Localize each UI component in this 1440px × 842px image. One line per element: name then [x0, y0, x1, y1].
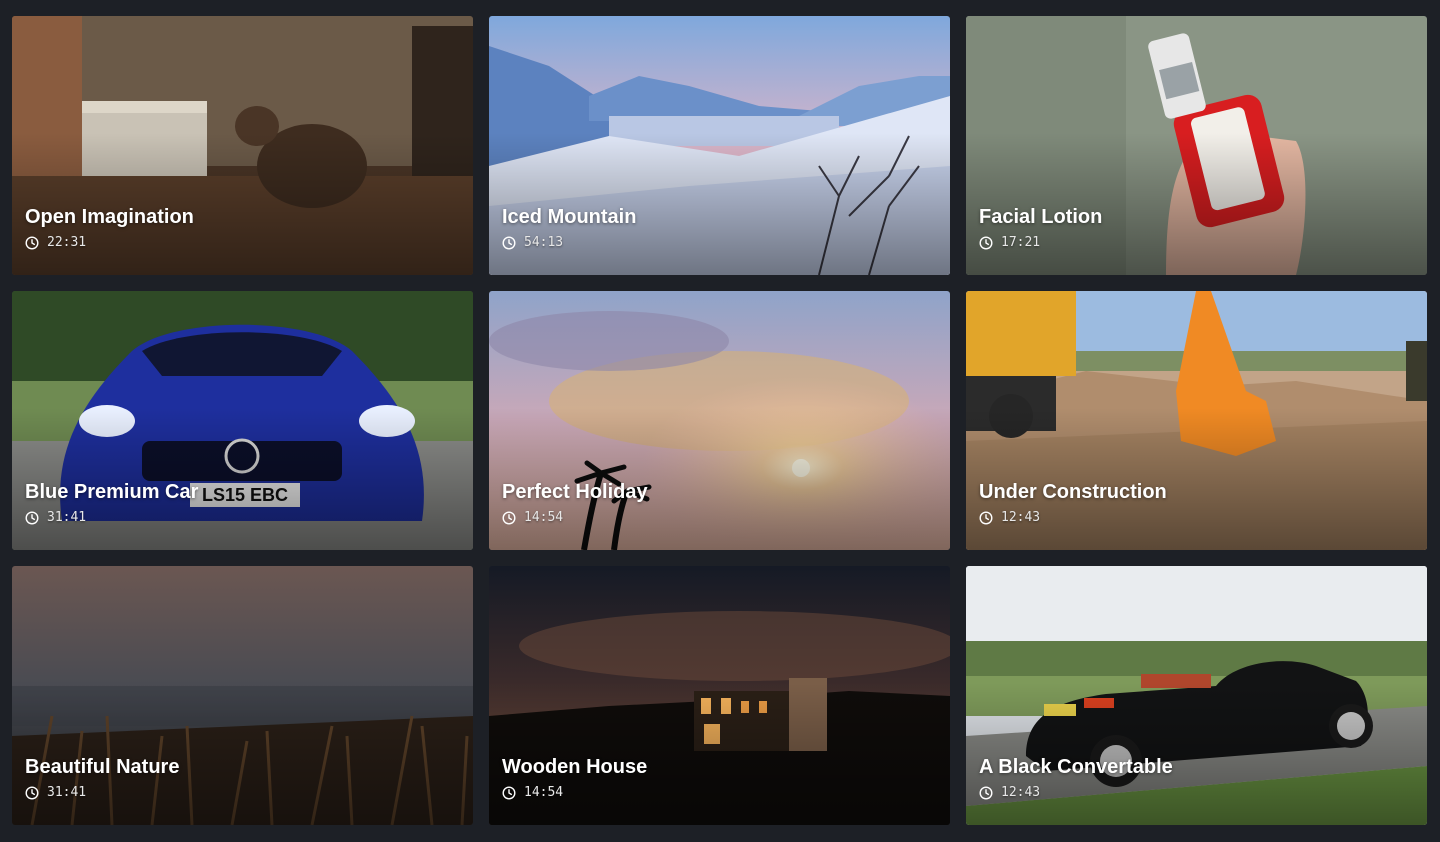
thumbnail-shade [966, 132, 1427, 275]
video-duration-row: 17:21 [979, 235, 1040, 250]
video-card-open-imagination[interactable]: Open Imagination 22:31 [12, 16, 473, 275]
video-duration: 14:54 [524, 785, 564, 800]
video-duration-row: 54:13 [502, 235, 563, 250]
video-duration-row: 12:43 [979, 510, 1040, 525]
video-card-wooden-house[interactable]: Wooden House 14:54 [489, 566, 950, 825]
video-duration: 31:41 [47, 510, 87, 525]
video-duration-row: 14:54 [502, 510, 563, 525]
video-duration: 12:43 [1001, 510, 1041, 525]
video-title: Beautiful Nature [25, 756, 180, 778]
video-duration: 14:54 [524, 510, 564, 525]
video-card-black-convertable[interactable]: A Black Convertable 12:43 [966, 566, 1427, 825]
video-title: Wooden House [502, 756, 648, 778]
clock-icon [502, 235, 516, 250]
clock-icon [25, 235, 39, 250]
video-card-facial-lotion[interactable]: Facial Lotion 17:21 [966, 16, 1427, 275]
video-duration: 12:43 [1001, 785, 1041, 800]
video-grid: Open Imagination 22:31 Iced Mountain 54:… [12, 16, 1427, 825]
video-card-perfect-holiday[interactable]: Perfect Holiday 14:54 [489, 291, 950, 550]
thumbnail-shade [966, 682, 1427, 825]
video-title: Under Construction [979, 481, 1167, 503]
clock-icon [979, 235, 993, 250]
video-card-blue-premium-car[interactable]: LS15 EBC Blue Premium Car 31:41 [12, 291, 473, 550]
thumbnail-shade [489, 682, 950, 825]
thumbnail-shade [12, 407, 473, 550]
clock-icon [502, 510, 516, 525]
video-title: Open Imagination [25, 206, 194, 228]
video-duration: 17:21 [1001, 235, 1041, 250]
video-card-under-construction[interactable]: Under Construction 12:43 [966, 291, 1427, 550]
video-title: Iced Mountain [502, 206, 637, 228]
video-card-iced-mountain[interactable]: Iced Mountain 54:13 [489, 16, 950, 275]
clock-icon [979, 785, 993, 800]
video-duration: 22:31 [47, 235, 87, 250]
clock-icon [25, 510, 39, 525]
video-card-beautiful-nature[interactable]: Beautiful Nature 31:41 [12, 566, 473, 825]
video-title: Perfect Holiday [502, 481, 648, 503]
thumbnail-shade [12, 132, 473, 275]
clock-icon [25, 785, 39, 800]
video-duration-row: 31:41 [25, 510, 86, 525]
video-title: Facial Lotion [979, 206, 1103, 228]
video-duration-row: 14:54 [502, 785, 563, 800]
video-duration: 31:41 [47, 785, 87, 800]
video-duration-row: 31:41 [25, 785, 86, 800]
video-duration-row: 12:43 [979, 785, 1040, 800]
thumbnail-shade [489, 407, 950, 550]
video-title: A Black Convertable [979, 756, 1173, 778]
clock-icon [979, 510, 993, 525]
thumbnail-shade [12, 682, 473, 825]
video-duration-row: 22:31 [25, 235, 86, 250]
thumbnail-shade [966, 407, 1427, 550]
clock-icon [502, 785, 516, 800]
thumbnail-shade [489, 132, 950, 275]
video-title: Blue Premium Car [25, 481, 199, 503]
video-duration: 54:13 [524, 235, 564, 250]
